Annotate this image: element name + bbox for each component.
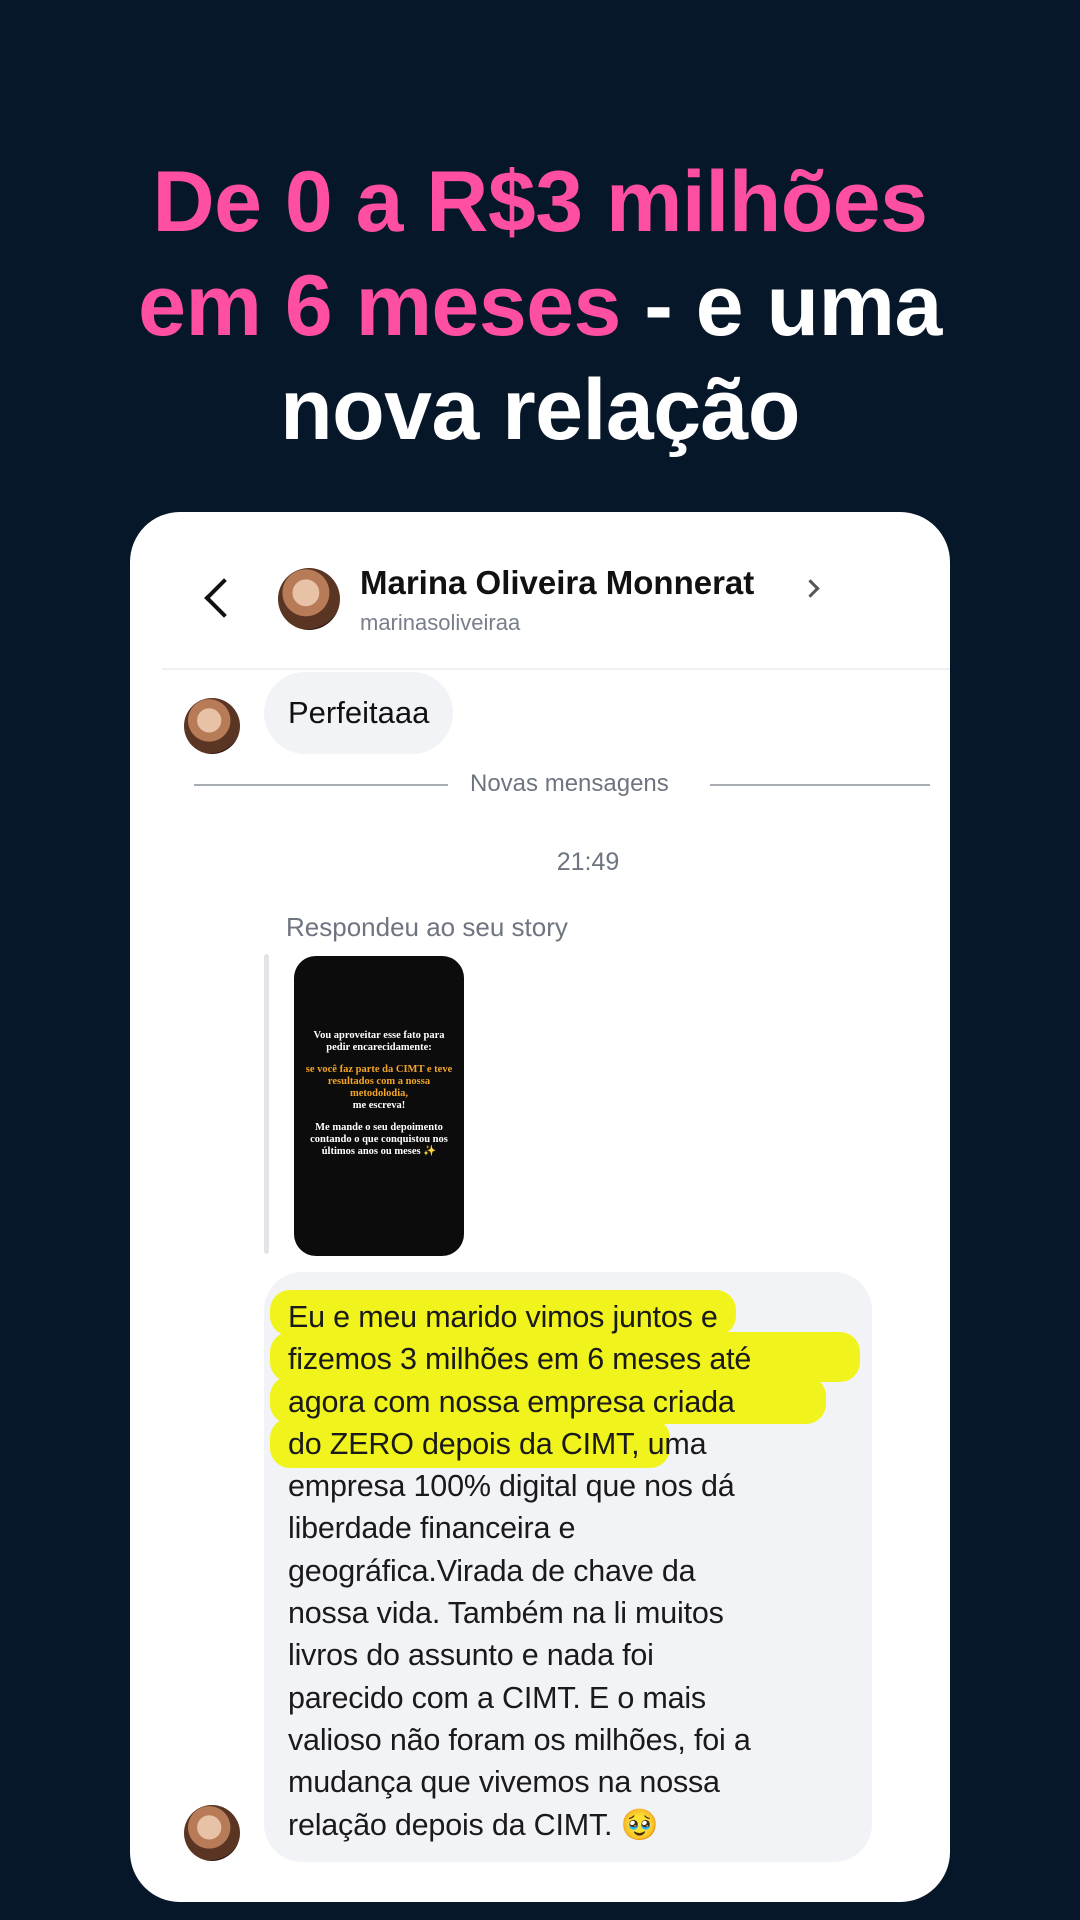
reply-quote-bar [264,954,269,1254]
divider-line-right [710,784,930,786]
sender-avatar [184,698,240,754]
testimonial-line: geográfica.Virada de chave da [288,1553,696,1588]
testimonial-line: fizemos 3 milhões em 6 meses até [288,1342,752,1377]
headline-white-2: - e uma [620,258,942,354]
testimonial-line: agora com nossa empresa criada [288,1384,735,1419]
contact-avatar[interactable] [278,568,340,630]
contact-handle: marinasoliveiraa [360,610,521,635]
headline-line-3: nova relação [0,358,1080,462]
testimonial-line: livros do assunto e nada foi [288,1638,654,1673]
sender-avatar [184,1805,240,1861]
testimonial-line: valioso não foram os milhões, foi a [288,1722,751,1757]
testimonial-line: do ZERO depois da CIMT, uma [288,1426,707,1461]
testimonial-line: Eu e meu marido vimos juntos e [288,1300,718,1334]
story-text-3: Me mande o seu depoimento contando o que… [310,1122,448,1157]
headline: De 0 a R$3 milhões em 6 meses - e uma no… [0,150,1080,462]
testimonial-line: nossa vida. Também na li muitos [288,1596,724,1631]
testimonial-line: relação depois da CIMT. 🥹 [288,1807,659,1842]
story-reply-label: Respondeu ao seu story [286,912,568,942]
story-text-2: me escreva! [352,1100,406,1111]
message-timestamp: 21:49 [556,848,620,876]
headline-pink-2: em 6 meses [138,258,621,354]
testimonial-line: empresa 100% digital que nos dá [288,1469,735,1504]
testimonial-line: parecido com a CIMT. E o mais [288,1680,706,1715]
testimonial-line: liberdade financeira e [288,1511,576,1546]
headline-line-1: De 0 a R$3 milhões [0,150,1080,254]
headline-white-3: nova relação [280,362,800,458]
contact-name[interactable]: Marina Oliveira Monnerat [360,564,754,602]
story-text-1: Vou aproveitar esse fato para pedir enca… [313,1030,445,1053]
chat-screenshot-card: Marina Oliveira Monnerat marinasoliveira… [130,512,950,1902]
story-thumbnail[interactable]: Vou aproveitar esse fato para pedir enca… [294,956,464,1256]
testimonial-text: Eu e meu marido vimos juntos e fizemos 3 … [288,1296,856,1846]
story-text-highlight: se você faz parte da CIMT e teve resulta… [305,1064,453,1099]
new-messages-divider: Novas mensagens [470,770,669,797]
testimonial-line: mudança que vivemos na nossa [288,1765,720,1800]
message-bubble-perfeitaaa: Perfeitaaa [264,672,454,754]
headline-pink-1: De 0 a R$3 milhões [152,154,928,250]
divider-line-left [194,784,448,786]
headline-line-2: em 6 meses - e uma [0,254,1080,358]
